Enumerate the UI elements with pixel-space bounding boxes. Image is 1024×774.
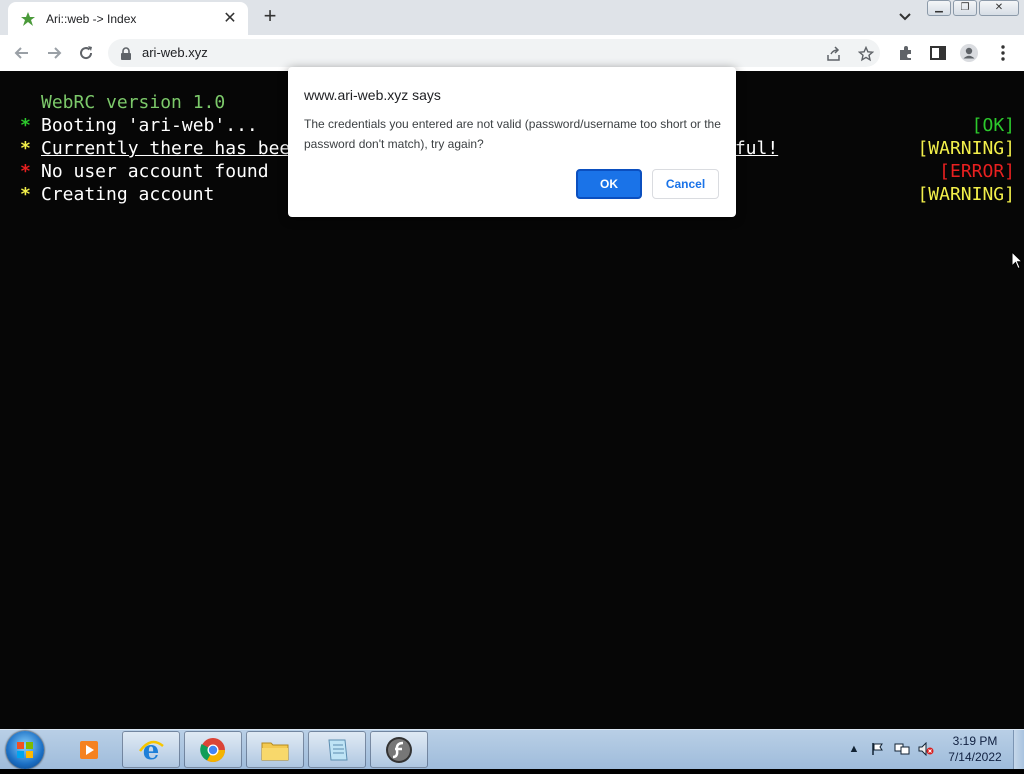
share-icon[interactable] bbox=[826, 46, 842, 62]
address-bar[interactable]: ari-web.xyz bbox=[108, 39, 880, 67]
ok-button[interactable]: OK bbox=[576, 169, 642, 199]
terminal-line-text: Currently there has bee bbox=[41, 138, 291, 159]
back-arrow-icon[interactable] bbox=[12, 43, 32, 63]
clock-time: 3:19 PM bbox=[952, 734, 998, 748]
forward-arrow-icon[interactable] bbox=[44, 43, 64, 63]
profile-avatar-icon[interactable] bbox=[959, 43, 979, 63]
bullet-star: * bbox=[20, 138, 31, 159]
bullet-star: * bbox=[20, 184, 31, 205]
minimize-button[interactable]: ▁ bbox=[927, 0, 951, 16]
show-hidden-icons-arrow-icon[interactable]: ▲ bbox=[846, 741, 862, 757]
site-favicon-icon bbox=[20, 11, 36, 27]
status-warning: [WARNING] bbox=[917, 138, 1015, 159]
bookmark-star-icon[interactable] bbox=[857, 45, 875, 62]
system-tray: ▲ bbox=[846, 739, 934, 759]
dialog-title: www.ari-web.xyz says bbox=[304, 87, 441, 103]
window-close-button[interactable]: ✕ bbox=[979, 0, 1019, 16]
terminal-line: * Booting 'ari-web'... bbox=[20, 114, 258, 137]
svg-text:e: e bbox=[143, 736, 160, 764]
alert-dialog: www.ari-web.xyz says The credentials you… bbox=[288, 67, 736, 217]
chrome-icon[interactable] bbox=[184, 731, 242, 768]
action-center-flag-icon[interactable] bbox=[870, 741, 886, 757]
clock-date: 7/14/2022 bbox=[948, 750, 1002, 764]
browser-tab[interactable]: Ari::web -> Index ✕ bbox=[8, 2, 248, 35]
bullet-star: * bbox=[20, 115, 31, 136]
notepad-icon[interactable] bbox=[308, 731, 366, 768]
reload-icon[interactable] bbox=[76, 43, 96, 63]
status-warning: [WARNING] bbox=[917, 184, 1015, 205]
status-ok: [OK] bbox=[971, 115, 1015, 136]
terminal-title: WebRC version 1.0 bbox=[41, 92, 226, 113]
extensions-puzzle-icon[interactable] bbox=[896, 43, 916, 63]
tab-title: Ari::web -> Index bbox=[46, 11, 137, 26]
file-explorer-icon[interactable] bbox=[246, 731, 304, 768]
window-controls: ▁ ❐ ✕ bbox=[927, 0, 1019, 18]
dialog-message: The credentials you entered are not vali… bbox=[304, 117, 721, 151]
lock-icon[interactable] bbox=[120, 47, 132, 65]
cancel-button[interactable]: Cancel bbox=[652, 169, 719, 199]
flash-icon[interactable] bbox=[370, 731, 428, 768]
tab-close-icon[interactable]: ✕ bbox=[222, 10, 238, 27]
media-player-icon[interactable] bbox=[60, 731, 118, 768]
system-clock[interactable]: 3:19 PM 7/14/2022 bbox=[940, 733, 1010, 765]
show-desktop-button[interactable] bbox=[1013, 730, 1024, 769]
volume-muted-icon[interactable] bbox=[918, 741, 934, 757]
internet-explorer-icon[interactable]: e bbox=[122, 731, 180, 768]
bullet-star: * bbox=[20, 161, 31, 182]
new-tab-button[interactable]: + bbox=[258, 5, 282, 29]
terminal-line-text: No user account found bbox=[41, 161, 269, 182]
menu-kebab-icon[interactable] bbox=[993, 43, 1013, 63]
mouse-pointer-icon bbox=[1011, 250, 1024, 275]
terminal-line: * Currently there has bee bbox=[20, 137, 290, 160]
terminal-line-text: Creating account bbox=[41, 184, 215, 205]
browser-tab-strip: Ari::web -> Index ✕ + ▁ ❐ ✕ bbox=[0, 0, 1024, 35]
terminal-line: * Creating account bbox=[20, 183, 214, 206]
terminal-line-text: Booting 'ari-web'... bbox=[41, 115, 258, 136]
tab-search-chevron-icon[interactable] bbox=[896, 9, 914, 25]
taskbar: e ▲ 3:19 PM 7/14/2022 bbox=[0, 729, 1024, 769]
maximize-button[interactable]: ❐ bbox=[953, 0, 977, 16]
url-text[interactable]: ari-web.xyz bbox=[142, 45, 208, 60]
side-panel-icon[interactable] bbox=[928, 43, 948, 63]
network-icon[interactable] bbox=[894, 741, 910, 757]
terminal-line: * No user account found bbox=[20, 160, 269, 183]
start-button-windows-icon[interactable] bbox=[6, 731, 44, 769]
status-error: [ERROR] bbox=[939, 161, 1015, 182]
